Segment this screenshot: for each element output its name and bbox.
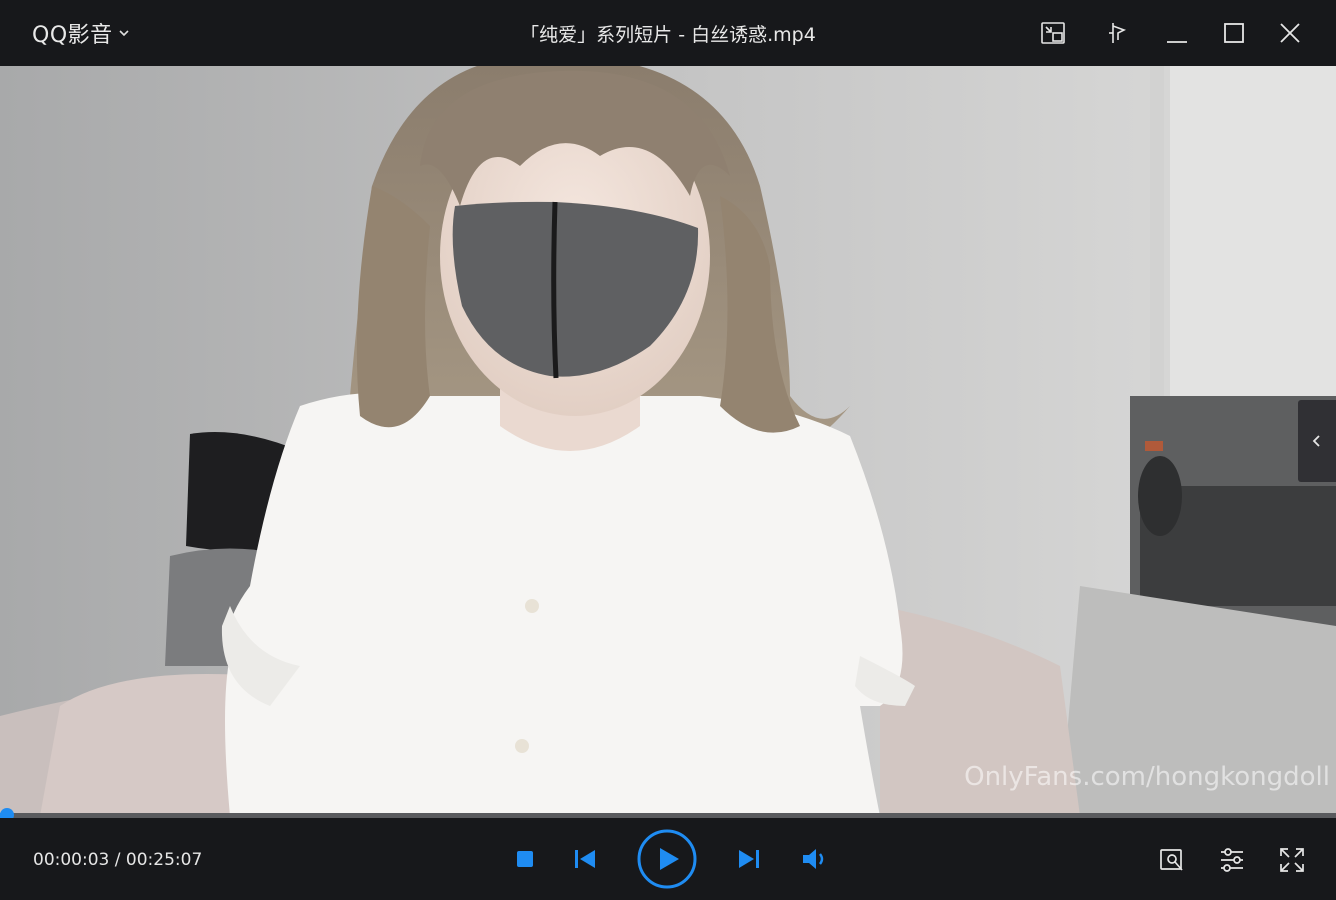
pin-top-icon[interactable] [1100, 16, 1134, 50]
chevron-down-icon [117, 26, 131, 40]
video-watermark: OnlyFans.com/hongkongdoll [964, 762, 1330, 792]
screenshot-tool-icon[interactable] [1156, 844, 1188, 876]
close-icon[interactable] [1273, 16, 1307, 50]
previous-icon[interactable] [570, 844, 600, 874]
control-bar: 00:00:03 / 00:25:07 [0, 818, 1336, 900]
play-button[interactable] [637, 829, 697, 889]
chevron-left-icon [1312, 435, 1320, 447]
file-title: 「纯爱」系列短片 - 白丝诱惑.mp4 [520, 24, 816, 46]
time-separator: / [109, 850, 126, 870]
settings-sliders-icon[interactable] [1216, 844, 1248, 876]
maximize-icon[interactable] [1217, 16, 1251, 50]
title-bar: QQ影音 「纯爱」系列短片 - 白丝诱惑.mp4 [0, 0, 1336, 66]
total-time: 00:25:07 [125, 850, 203, 870]
video-frame [0, 66, 1336, 816]
fullscreen-icon[interactable] [1276, 844, 1308, 876]
app-menu-button[interactable]: QQ影音 [32, 18, 131, 48]
playlist-toggle-button[interactable] [1298, 400, 1336, 482]
play-icon [637, 829, 697, 889]
current-time: 00:00:03 [33, 850, 110, 870]
time-display: 00:00:03 / 00:25:07 [33, 850, 202, 870]
next-icon[interactable] [734, 844, 764, 874]
video-display[interactable]: OnlyFans.com/hongkongdoll [0, 66, 1336, 816]
volume-icon[interactable] [798, 844, 830, 874]
stop-icon[interactable] [510, 844, 540, 874]
app-name: QQ影音 [32, 23, 113, 48]
minimize-icon[interactable] [1160, 16, 1194, 50]
mini-mode-icon[interactable] [1036, 16, 1070, 50]
